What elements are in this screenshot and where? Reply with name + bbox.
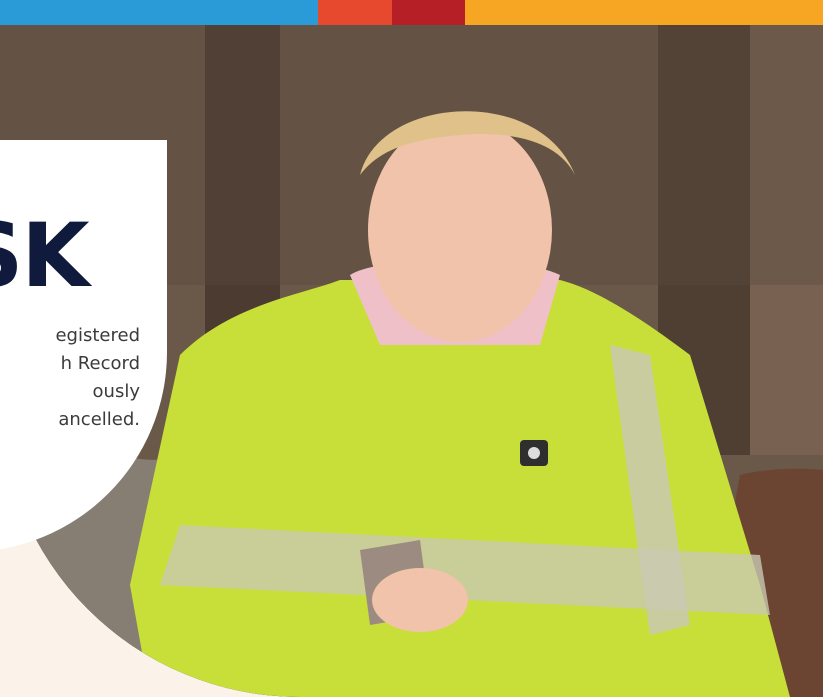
brand-stripe-orange — [318, 0, 392, 25]
brand-stripe-amber — [465, 0, 823, 25]
body-line-3: ously — [92, 381, 140, 402]
face-shape — [368, 118, 552, 342]
body-line-2: h Record — [60, 353, 140, 374]
body-line-4: ancelled. — [58, 409, 140, 430]
brand-stripe-blue — [0, 0, 318, 25]
body-line-1: egistered — [55, 325, 140, 346]
body-copy: egistered h Record ously ancelled. — [0, 322, 140, 434]
headline-fragment: SK — [0, 204, 90, 307]
brand-stripe-red — [392, 0, 465, 25]
